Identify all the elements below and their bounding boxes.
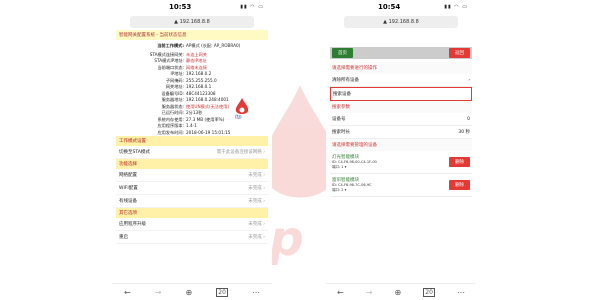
back-icon[interactable]: ← (124, 288, 131, 297)
mode-label: 当前工作模式: (157, 43, 184, 48)
tabs-icon[interactable]: 20 (423, 287, 435, 297)
status-bar: 10:53 ▮▮ ◠ ▭ (112, 0, 272, 14)
device-list: 灯光智能模块 ID: C4-F6-98-00-C4-1F-00 端口: 1 ▾ 删除窗… (330, 151, 472, 197)
param-value: 30 秒 (458, 130, 470, 135)
device-port[interactable]: 端口: 2 ▾ (332, 188, 372, 193)
signal-wifi-battery-icon: ▮▮ ◠ ▭ (444, 4, 468, 10)
other-row[interactable]: 重启 未完成 › (116, 231, 268, 244)
section-params: 搜索参数 (330, 101, 472, 113)
config-page: 智能网关配置系统 - 当前状态信息 当前工作模式: AP模式 (长配: AP_R… (116, 30, 268, 284)
ltp-watermark: ltp (230, 85, 336, 267)
function-row-value: 未完成 › (248, 186, 265, 191)
function-row[interactable]: 有线设备 未完成 › (116, 195, 268, 208)
other-list: 应用程序升级 未完成 › 重启 未完成 › (116, 218, 268, 244)
device-row: 灯光智能模块 ID: C4-F6-98-00-C4-1F-00 端口: 1 ▾ 删除 (330, 151, 472, 174)
section-work-mode: 工作模式设置 (116, 136, 268, 146)
device-info: 窗帘智能模块 ID: C4-F6-98-7C-06-9C 端口: 2 ▾ (332, 177, 372, 193)
function-row-value: 未完成 › (248, 173, 265, 178)
tabs-icon[interactable]: 20 (216, 287, 228, 297)
action-row[interactable]: 清除所有设备 › (330, 74, 472, 87)
param-value: 0 (467, 116, 470, 122)
switch-sta-value: 需于此设备连接该网络 › (216, 150, 265, 155)
signal-wifi-battery-icon: ▮▮ ◠ ▭ (240, 4, 264, 10)
mode-value: AP模式 (长配: AP_ROBRA0) (186, 43, 241, 48)
param-label: 设备号 (332, 117, 346, 122)
device-page: 请选择需要进行的操作 清除所有设备 › 搜索设备 搜索参数 设备号 0 搜索时长 30 秒… (330, 62, 472, 284)
section-other: 其它选项 (116, 208, 268, 218)
function-row-label: 网络配置 (119, 173, 137, 178)
section-action: 请选择需要进行的操作 (330, 62, 472, 74)
param-row[interactable]: 设备号 0 (330, 113, 472, 126)
svg-text:ltp: ltp (235, 115, 242, 120)
device-row: 窗帘智能模块 ID: C4-F6-98-7C-06-9C 端口: 2 ▾ 删除 (330, 174, 472, 197)
function-row-label: 有线设备 (119, 199, 137, 204)
plus-icon[interactable]: ⊕ (186, 288, 193, 297)
param-list: 设备号 0 搜索时长 30 秒 (330, 113, 472, 139)
switch-sta-row[interactable]: 切换至STA模式 需于此设备连接该网络 › (116, 146, 268, 159)
action-list: 清除所有设备 › 搜索设备 (330, 74, 472, 101)
page-toolbar: 首页 返回 (330, 47, 472, 59)
delete-button[interactable]: 删除 (449, 180, 470, 190)
ltp-logo: ltp (235, 98, 249, 120)
section-function: 功能选择 (116, 159, 268, 169)
status-bar: 10:54 ▮▮ ◠ ▭ (326, 0, 476, 14)
more-icon[interactable]: ⋯ (457, 288, 465, 297)
back-button[interactable]: 返回 (449, 48, 470, 58)
address-bar[interactable]: ▲ 192.168.8.8 (344, 16, 458, 28)
other-row-label: 应用程序升级 (119, 222, 146, 227)
status-time: 10:54 (377, 3, 401, 11)
other-row-value: 未完成 › (248, 222, 265, 227)
function-list: 网络配置 未完成 › WIFI配置 未完成 › 有线设备 未完成 › (116, 169, 268, 208)
status-value: 2018-06-19 15:01:15 (186, 129, 231, 135)
other-row[interactable]: 应用程序升级 未完成 › (116, 218, 268, 231)
phone-left-screen: 10:53 ▮▮ ◠ ▭ ▲ 192.168.8.8 智能网关配置系统 - 当前… (112, 0, 272, 300)
switch-sta-label: 切换至STA模式 (119, 150, 150, 155)
param-label: 搜索时长 (332, 130, 350, 135)
home-button[interactable]: 首页 (332, 48, 353, 58)
browser-bottom-bar: ← → ⊕ 20 ⋯ (112, 283, 272, 300)
function-row[interactable]: WIFI配置 未完成 › (116, 182, 268, 195)
function-row-value: 未完成 › (248, 199, 265, 204)
plus-icon[interactable]: ⊕ (395, 288, 402, 297)
status-time: 10:53 (168, 3, 192, 11)
status-row: 应用发布时间: 2018-06-19 15:01:15 (116, 130, 268, 137)
back-icon[interactable]: ← (337, 288, 344, 297)
page-title: 智能网关配置系统 - 当前状态信息 (116, 30, 268, 40)
forward-icon[interactable]: → (366, 288, 373, 297)
section-devices: 请选择需要管理的设备 (330, 139, 472, 151)
forward-icon[interactable]: → (155, 288, 162, 297)
other-row-label: 重启 (119, 235, 128, 240)
address-text: 192.168.8.8 (179, 19, 210, 25)
param-row[interactable]: 搜索时长 30 秒 (330, 126, 472, 139)
browser-bottom-bar: ← → ⊕ 20 ⋯ (326, 283, 476, 300)
status-key: 应用发布时间: (157, 129, 184, 135)
action-row[interactable]: 搜索设备 (330, 87, 472, 101)
more-icon[interactable]: ⋯ (252, 288, 260, 297)
function-row[interactable]: 网络配置 未完成 › (116, 169, 268, 182)
status-list: STA模式连接网关: 未连上网关 STA模式IP地址: 静态IP地址 当前端口状态: 网络… (116, 52, 268, 137)
address-text: 192.168.8.8 (388, 19, 419, 25)
action-label: 清除所有设备 (332, 78, 359, 83)
device-info: 灯光智能模块 ID: C4-F6-98-00-C4-1F-00 端口: 1 ▾ (332, 154, 377, 170)
action-label: 搜索设备 (333, 92, 351, 97)
device-port[interactable]: 端口: 1 ▾ (332, 165, 377, 170)
phone-right-screen: 10:54 ▮▮ ◠ ▭ ▲ 192.168.8.8 首页 返回 请选择需要进行… (326, 0, 476, 300)
action-value: › (468, 77, 470, 83)
address-bar[interactable]: ▲ 192.168.8.8 (130, 16, 254, 28)
function-row-label: WIFI配置 (119, 186, 138, 191)
delete-button[interactable]: 删除 (449, 157, 470, 167)
mode-row: 当前工作模式: AP模式 (长配: AP_ROBRA0) (116, 43, 268, 50)
other-row-value: 未完成 › (248, 235, 265, 240)
